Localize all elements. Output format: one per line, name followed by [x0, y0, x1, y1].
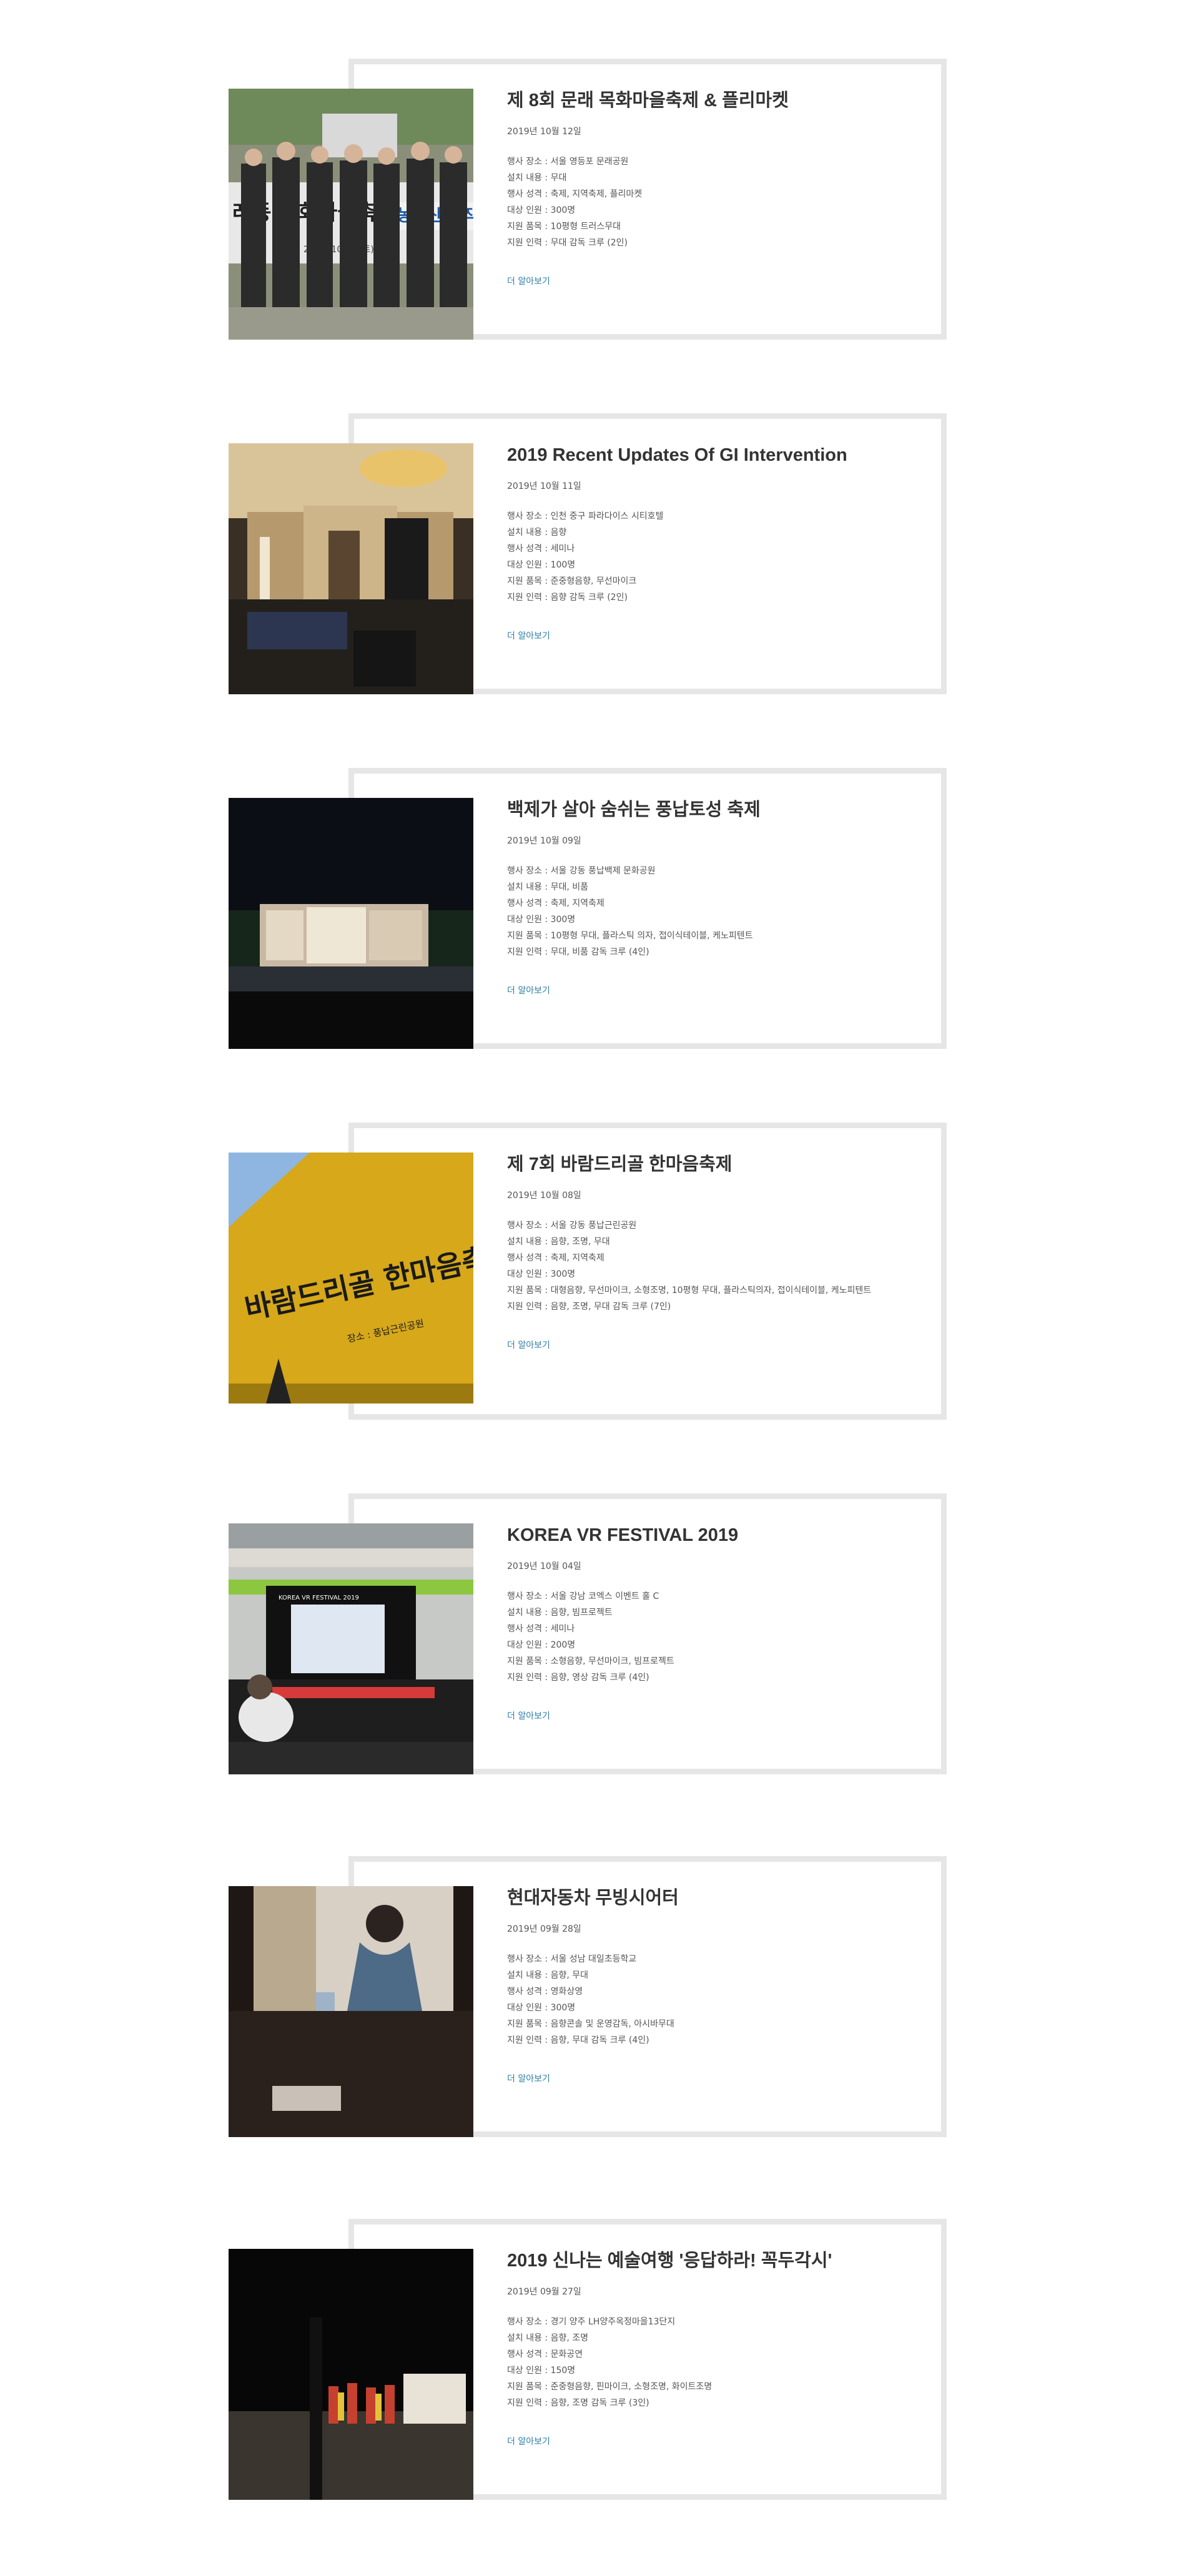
detail-audience: 대상 인원 : 300명: [507, 1269, 576, 1279]
detail-setup: 설치 내용 : 음향: [507, 528, 567, 538]
event-details: 행사 장소 : 서울 영등포 문래공원 설치 내용 : 무대 행사 성격 : 축…: [507, 154, 907, 251]
event-card: 백제가 살아 숨쉬는 풍납토성 축제 2019년 10월 09일 행사 장소 :…: [229, 768, 947, 1049]
event-card: 2019 신나는 예술여행 '응답하라! 꼭두각시' 2019년 09월 27일…: [229, 2219, 947, 2500]
event-photo[interactable]: [229, 2249, 473, 2500]
event-details: 행사 장소 : 서울 강동 풍납근린공원 설치 내용 : 음향, 조명, 무대 …: [507, 1217, 907, 1315]
event-photo[interactable]: [229, 1886, 473, 2137]
detail-items: 지원 품목 : 준중형음향, 무선마이크: [507, 576, 637, 586]
detail-audience: 대상 인원 : 150명: [507, 2366, 576, 2376]
event-title[interactable]: 백제가 살아 숨쉬는 풍납토성 축제: [507, 798, 907, 822]
detail-setup: 설치 내용 : 음향, 조명: [507, 2333, 589, 2343]
event-date: 2019년 10월 04일: [507, 1561, 581, 1571]
detail-staff: 지원 인력 : 음향, 무대 감독 크루 (4인): [507, 2035, 649, 2045]
event-content: 제 7회 바람드리골 한마음축제 2019년 10월 08일 행사 장소 : 서…: [507, 1153, 907, 1351]
detail-items: 지원 품목 : 음향콘솔 및 운영감독, 아시바무대: [507, 2019, 674, 2029]
event-content: 백제가 살아 숨쉬는 풍납토성 축제 2019년 10월 09일 행사 장소 :…: [507, 798, 907, 996]
read-more-link[interactable]: 더 알아보기: [507, 629, 550, 642]
detail-type: 행사 성격 : 세미나: [507, 544, 575, 554]
detail-type: 행사 성격 : 축제, 지역축제: [507, 898, 604, 908]
detail-staff: 지원 인력 : 무대, 비품 감독 크루 (4인): [507, 947, 649, 957]
detail-venue: 행사 장소 : 서울 영등포 문래공원: [507, 157, 629, 167]
event-title[interactable]: 제 8회 문래 목화마을축제 & 플리마켓: [507, 89, 907, 112]
event-photo[interactable]: KOREA VR FESTIVAL 2019: [229, 1523, 473, 1774]
detail-setup: 설치 내용 : 음향, 무대: [507, 1970, 589, 1980]
detail-setup: 설치 내용 : 음향, 빔프로젝트: [507, 1608, 613, 1618]
event-date: 2019년 10월 09일: [507, 836, 581, 846]
detail-staff: 지원 인력 : 음향, 영상 감독 크루 (4인): [507, 1673, 649, 1683]
event-content: 제 8회 문래 목화마을축제 & 플리마켓 2019년 10월 12일 행사 장…: [507, 89, 907, 287]
detail-items: 지원 품목 : 10평형 트러스무대: [507, 222, 621, 232]
event-title[interactable]: 2019 Recent Updates Of GI Intervention: [507, 443, 907, 467]
detail-staff: 지원 인력 : 음향, 조명 감독 크루 (3인): [507, 2398, 649, 2408]
detail-staff: 지원 인력 : 음향, 조명, 무대 감독 크루 (7인): [507, 1302, 671, 1312]
event-date: 2019년 10월 11일: [507, 481, 581, 491]
detail-type: 행사 성격 : 축제, 지역축제: [507, 1253, 604, 1263]
detail-type: 행사 성격 : 문화공연: [507, 2349, 583, 2359]
event-photo[interactable]: [229, 443, 473, 694]
detail-setup: 설치 내용 : 무대: [507, 173, 567, 183]
event-photo[interactable]: 바람드리골 한마음축제 장소 : 풍납근린공원: [229, 1153, 473, 1404]
event-details: 행사 장소 : 서울 강동 풍납백제 문화공원 설치 내용 : 무대, 비품 행…: [507, 863, 907, 960]
event-title[interactable]: 2019 신나는 예술여행 '응답하라! 꼭두각시': [507, 2249, 907, 2273]
read-more-link[interactable]: 더 알아보기: [507, 2435, 550, 2447]
detail-items: 지원 품목 : 소형음향, 무선마이크, 빔프로젝트: [507, 1656, 674, 1666]
event-date: 2019년 10월 08일: [507, 1191, 581, 1201]
detail-setup: 설치 내용 : 음향, 조명, 무대: [507, 1237, 610, 1247]
read-more-link[interactable]: 더 알아보기: [507, 2072, 550, 2085]
detail-venue: 행사 장소 : 인천 중구 파라다이스 시티호텔: [507, 511, 664, 521]
event-photo[interactable]: [229, 798, 473, 1049]
detail-venue: 행사 장소 : 서울 강남 코엑스 이벤트 홀 C: [507, 1591, 659, 1601]
detail-audience: 대상 인원 : 300명: [507, 2003, 576, 2013]
detail-venue: 행사 장소 : 경기 양주 LH양주옥정마을13단지: [507, 2317, 676, 2327]
detail-type: 행사 성격 : 축제, 지역축제, 플리마켓: [507, 189, 643, 199]
detail-items: 지원 품목 : 준중형음향, 핀마이크, 소형조명, 화이트조명: [507, 2382, 713, 2392]
detail-type: 행사 성격 : 영화상영: [507, 1987, 583, 1997]
detail-audience: 대상 인원 : 300명: [507, 915, 576, 925]
event-details: 행사 장소 : 경기 양주 LH양주옥정마을13단지 설치 내용 : 음향, 조…: [507, 2314, 907, 2411]
detail-type: 행사 성격 : 세미나: [507, 1624, 575, 1634]
read-more-link[interactable]: 더 알아보기: [507, 1339, 550, 1351]
screen-text: KOREA VR FESTIVAL 2019: [279, 1595, 359, 1601]
detail-items: 지원 품목 : 10평형 무대, 플라스틱 의자, 접이식테이블, 케노피텐트: [507, 931, 753, 941]
read-more-link[interactable]: 더 알아보기: [507, 984, 550, 996]
event-title[interactable]: 제 7회 바람드리골 한마음축제: [507, 1153, 907, 1176]
detail-venue: 행사 장소 : 서울 강동 풍납근린공원: [507, 1221, 637, 1231]
read-more-link[interactable]: 더 알아보기: [507, 1709, 550, 1722]
event-date: 2019년 09월 27일: [507, 2287, 581, 2297]
event-content: KOREA VR FESTIVAL 2019 2019년 10월 04일 행사 …: [507, 1523, 907, 1722]
detail-items: 지원 품목 : 대형음향, 무선마이크, 소형조명, 10평형 무대, 플라스틱…: [507, 1286, 872, 1295]
event-details: 행사 장소 : 인천 중구 파라다이스 시티호텔 설치 내용 : 음향 행사 성…: [507, 508, 907, 606]
event-content: 현대자동차 무빙시어터 2019년 09월 28일 행사 장소 : 서울 성남 …: [507, 1886, 907, 2085]
event-card: 2019 Recent Updates Of GI Intervention 2…: [229, 413, 947, 694]
event-photo[interactable]: 레동 목화마을축제 농특산물 직 2019. 10. 12(토): [229, 89, 473, 340]
event-date: 2019년 10월 12일: [507, 127, 581, 137]
detail-staff: 지원 인력 : 무대 감독 크루 (2인): [507, 238, 628, 248]
detail-venue: 행사 장소 : 서울 강동 풍납백제 문화공원: [507, 866, 656, 876]
event-date: 2019년 09월 28일: [507, 1924, 581, 1934]
detail-venue: 행사 장소 : 서울 성남 대일초등학교: [507, 1954, 637, 1964]
event-card: 레동 목화마을축제 농특산물 직 2019. 10. 12(토): [229, 59, 947, 340]
event-card: 바람드리골 한마음축제 장소 : 풍납근린공원 제 7회 바람드리골 한마음축제…: [229, 1123, 947, 1420]
event-details: 행사 장소 : 서울 강남 코엑스 이벤트 홀 C 설치 내용 : 음향, 빔프…: [507, 1588, 907, 1686]
detail-setup: 설치 내용 : 무대, 비품: [507, 882, 589, 892]
detail-audience: 대상 인원 : 300명: [507, 205, 576, 215]
event-card: KOREA VR FESTIVAL 2019 KOREA VR FESTIVAL…: [229, 1493, 947, 1774]
event-content: 2019 신나는 예술여행 '응답하라! 꼭두각시' 2019년 09월 27일…: [507, 2249, 907, 2447]
event-title[interactable]: KOREA VR FESTIVAL 2019: [507, 1523, 907, 1547]
event-title[interactable]: 현대자동차 무빙시어터: [507, 1886, 907, 1910]
detail-staff: 지원 인력 : 음향 감독 크루 (2인): [507, 592, 628, 602]
event-details: 행사 장소 : 서울 성남 대일초등학교 설치 내용 : 음향, 무대 행사 성…: [507, 1951, 907, 2048]
detail-audience: 대상 인원 : 100명: [507, 560, 576, 570]
read-more-link[interactable]: 더 알아보기: [507, 275, 550, 287]
event-card: 현대자동차 무빙시어터 2019년 09월 28일 행사 장소 : 서울 성남 …: [229, 1856, 947, 2137]
event-content: 2019 Recent Updates Of GI Intervention 2…: [507, 443, 907, 642]
detail-audience: 대상 인원 : 200명: [507, 1640, 576, 1650]
